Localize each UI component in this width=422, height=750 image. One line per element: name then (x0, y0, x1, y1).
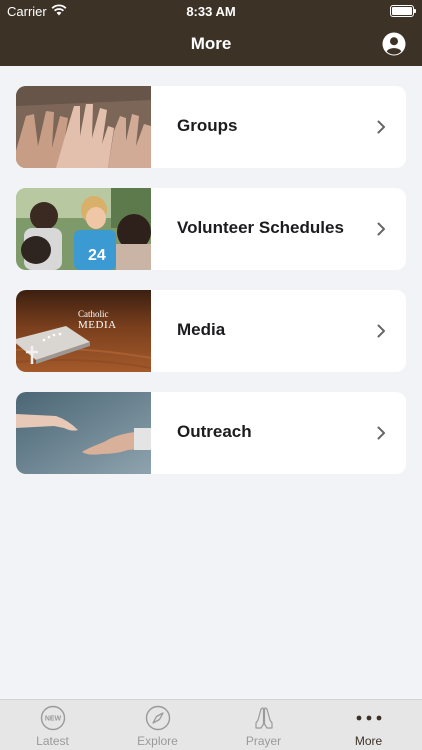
menu-item-label: Volunteer Schedules (177, 218, 344, 237)
tab-label: Latest (36, 734, 69, 748)
tab-label: Prayer (245, 734, 282, 748)
praying-hands-icon (254, 707, 273, 729)
volunteer-schedules-thumbnail: 24 (16, 188, 151, 270)
new-badge-text: NEW (44, 716, 61, 723)
new-badge-icon: NEW (40, 705, 65, 731)
menu-item-volunteer-schedules[interactable]: 24 Volunteer Schedules (16, 188, 406, 270)
chevron-right-icon (377, 324, 385, 338)
page-title: More (190, 34, 232, 53)
menu-item-label: Outreach (177, 422, 252, 441)
tab-label: More (354, 734, 383, 748)
status-bar: Carrier 8:33 AM (0, 0, 422, 22)
more-menu-list: Groups 24 Volunteer Schedules Catholic M… (16, 86, 406, 494)
tab-bar: NEW Latest Explore Prayer More (0, 699, 422, 750)
menu-item-media[interactable]: Catholic MEDIA Media (16, 290, 406, 372)
media-thumbnail: Catholic MEDIA (16, 290, 151, 372)
compass-icon (145, 705, 170, 731)
chevron-right-icon (377, 120, 385, 134)
groups-thumbnail (16, 86, 151, 168)
tab-latest[interactable]: NEW Latest (0, 700, 105, 750)
outreach-thumbnail (16, 392, 151, 474)
tab-label: Explore (137, 734, 178, 748)
battery-icon (390, 5, 416, 17)
media-overlay-big: MEDIA (78, 319, 117, 331)
menu-item-outreach[interactable]: Outreach (16, 392, 406, 474)
nav-bar: More (0, 22, 422, 66)
more-dots-icon (356, 715, 381, 721)
menu-item-label: Groups (177, 116, 238, 135)
tab-prayer[interactable]: Prayer (211, 700, 316, 750)
top-header: Carrier 8:33 AM More (0, 0, 422, 66)
menu-item-label: Media (177, 320, 226, 339)
status-time: 8:33 AM (186, 4, 236, 19)
tab-explore[interactable]: Explore (105, 700, 210, 750)
tab-more[interactable]: More (316, 700, 421, 750)
menu-item-groups[interactable]: Groups (16, 86, 406, 168)
svg-text:24: 24 (88, 247, 106, 264)
chevron-right-icon (377, 222, 385, 236)
chevron-right-icon (377, 426, 385, 440)
profile-icon[interactable] (382, 32, 406, 56)
media-overlay-small: Catholic (78, 309, 109, 319)
